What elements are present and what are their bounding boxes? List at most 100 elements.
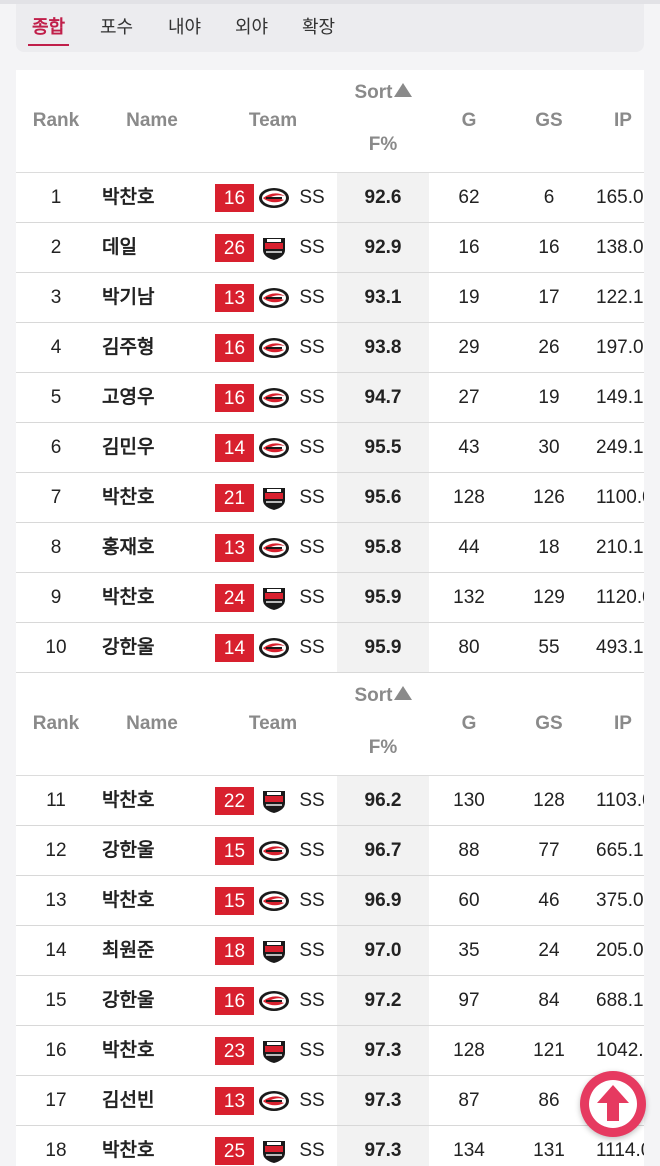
tigers-logo-icon [259, 538, 289, 558]
position-cell: SS [299, 537, 325, 558]
table-row[interactable]: 4 김주형 16 SS 93.8 29 26 197.0 [16, 323, 644, 373]
player-name[interactable]: 김선빈 [102, 1076, 182, 1125]
player-name[interactable]: 고영우 [102, 373, 182, 422]
scroll-top-button[interactable] [580, 1071, 646, 1137]
rank-cell: 11 [46, 790, 66, 811]
fpct-cell: 96.2 [337, 776, 429, 825]
player-name[interactable]: 강한울 [102, 826, 182, 875]
team-logo [257, 273, 291, 322]
table-row[interactable]: 7 박찬호 21 SS 95.6 128 126 1100.0 [16, 473, 644, 523]
table-row[interactable]: 6 김민우 14 SS 95.5 43 30 249.1 [16, 423, 644, 473]
table-row[interactable]: 18 박찬호 25 SS 97.3 134 131 1114.0 [16, 1126, 644, 1166]
fpct-cell: 95.8 [337, 523, 429, 572]
innings-header[interactable]: IP [614, 70, 644, 172]
tab-infield[interactable]: 내야 [152, 4, 217, 52]
jersey-number-badge: 14 [215, 634, 254, 662]
team-header[interactable]: Team [233, 70, 313, 172]
games-started-cell: 128 [533, 790, 565, 811]
games-started-cell: 77 [538, 840, 560, 861]
player-name[interactable]: 김주형 [102, 323, 182, 372]
games-started-cell: 46 [538, 890, 560, 911]
games-started-cell: 121 [533, 1040, 565, 1061]
games-started-cell: 18 [538, 537, 560, 558]
tab-outfield[interactable]: 외야 [219, 4, 284, 52]
team-logo [257, 926, 291, 975]
jersey-number-badge: 24 [215, 584, 254, 612]
team-logo [257, 323, 291, 372]
player-name[interactable]: 박찬호 [102, 173, 182, 222]
innings-cell: 375.0 [596, 890, 644, 911]
games-header[interactable]: G [429, 673, 509, 775]
rank-header[interactable]: Rank [24, 673, 88, 775]
player-name[interactable]: 박찬호 [102, 1026, 182, 1075]
fpct-cell: 92.9 [337, 223, 429, 272]
table-header-1: Rank Name Team Sort F% G GS IP [16, 70, 644, 173]
innings-header[interactable]: IP [614, 673, 644, 775]
jersey-number-badge: 13 [215, 534, 254, 562]
table-row[interactable]: 9 박찬호 24 SS 95.9 132 129 1120.0 [16, 573, 644, 623]
player-name[interactable]: 박기남 [102, 273, 182, 322]
innings-cell: 493.1 [596, 637, 644, 658]
games-started-header[interactable]: GS [509, 673, 589, 775]
table-row[interactable]: 17 김선빈 13 SS 97.3 87 86 700.0 [16, 1076, 644, 1126]
team-header[interactable]: Team [233, 673, 313, 775]
position-cell: SS [299, 1090, 325, 1111]
player-name[interactable]: 박찬호 [102, 1126, 182, 1166]
table-row[interactable]: 3 박기남 13 SS 93.1 19 17 122.1 [16, 273, 644, 323]
team-logo [257, 776, 291, 825]
tigers-logo-icon [259, 1091, 289, 1111]
fpct-label: F% [368, 134, 398, 155]
rank-cell: 3 [50, 287, 62, 308]
player-name[interactable]: 데일 [102, 223, 182, 272]
table-row[interactable]: 10 강한울 14 SS 95.9 80 55 493.1 [16, 623, 644, 673]
table-row[interactable]: 12 강한울 15 SS 96.7 88 77 665.1 [16, 826, 644, 876]
games-cell: 35 [458, 940, 480, 961]
name-header[interactable]: Name [112, 70, 192, 172]
games-cell: 87 [458, 1090, 480, 1111]
rank-header[interactable]: Rank [24, 70, 88, 172]
table-row[interactable]: 11 박찬호 22 SS 96.2 130 128 1103.0 [16, 776, 644, 826]
games-cell: 44 [458, 537, 480, 558]
player-name[interactable]: 홍재호 [102, 523, 182, 572]
games-cell: 132 [453, 587, 485, 608]
player-name[interactable]: 박찬호 [102, 776, 182, 825]
tigers-logo-icon [259, 638, 289, 658]
jersey-number-badge: 16 [215, 334, 254, 362]
arrow-up-icon [589, 1080, 637, 1128]
jersey-number-badge: 15 [215, 887, 254, 915]
table-row[interactable]: 13 박찬호 15 SS 96.9 60 46 375.0 [16, 876, 644, 926]
fpct-cell: 95.9 [337, 573, 429, 622]
player-name[interactable]: 박찬호 [102, 573, 182, 622]
table-row[interactable]: 16 박찬호 23 SS 97.3 128 121 1042.0 [16, 1026, 644, 1076]
fpct-cell: 97.0 [337, 926, 429, 975]
fpct-cell: 97.3 [337, 1026, 429, 1075]
player-name[interactable]: 강한울 [102, 623, 182, 672]
games-started-cell: 6 [543, 187, 555, 208]
games-header[interactable]: G [429, 70, 509, 172]
name-header[interactable]: Name [112, 673, 192, 775]
stats-table: Rank Name Team Sort F% G GS IP 1 박찬호 16 … [16, 70, 644, 1166]
fpct-cell: 92.6 [337, 173, 429, 222]
games-started-header[interactable]: GS [509, 70, 589, 172]
player-name[interactable]: 최원준 [102, 926, 182, 975]
player-name[interactable]: 박찬호 [102, 876, 182, 925]
tab-catcher[interactable]: 포수 [84, 4, 149, 52]
player-name[interactable]: 강한울 [102, 976, 182, 1025]
team-logo [257, 876, 291, 925]
tab-overall[interactable]: 종합 [16, 4, 81, 52]
table-row[interactable]: 8 홍재호 13 SS 95.8 44 18 210.1 [16, 523, 644, 573]
fpct-sort-header[interactable]: Sort F% [337, 70, 429, 172]
tab-extended[interactable]: 확장 [286, 4, 351, 52]
table-row[interactable]: 5 고영우 16 SS 94.7 27 19 149.1 [16, 373, 644, 423]
table-row[interactable]: 14 최원준 18 SS 97.0 35 24 205.0 [16, 926, 644, 976]
games-cell: 128 [453, 487, 485, 508]
player-name[interactable]: 박찬호 [102, 473, 182, 522]
fpct-sort-header[interactable]: Sort F% [337, 673, 429, 775]
tigers-logo-icon [263, 791, 285, 813]
team-logo [257, 473, 291, 522]
player-name[interactable]: 김민우 [102, 423, 182, 472]
games-cell: 130 [453, 790, 485, 811]
table-row[interactable]: 1 박찬호 16 SS 92.6 62 6 165.0 [16, 173, 644, 223]
table-row[interactable]: 15 강한울 16 SS 97.2 97 84 688.1 [16, 976, 644, 1026]
table-row[interactable]: 2 데일 26 SS 92.9 16 16 138.0 [16, 223, 644, 273]
